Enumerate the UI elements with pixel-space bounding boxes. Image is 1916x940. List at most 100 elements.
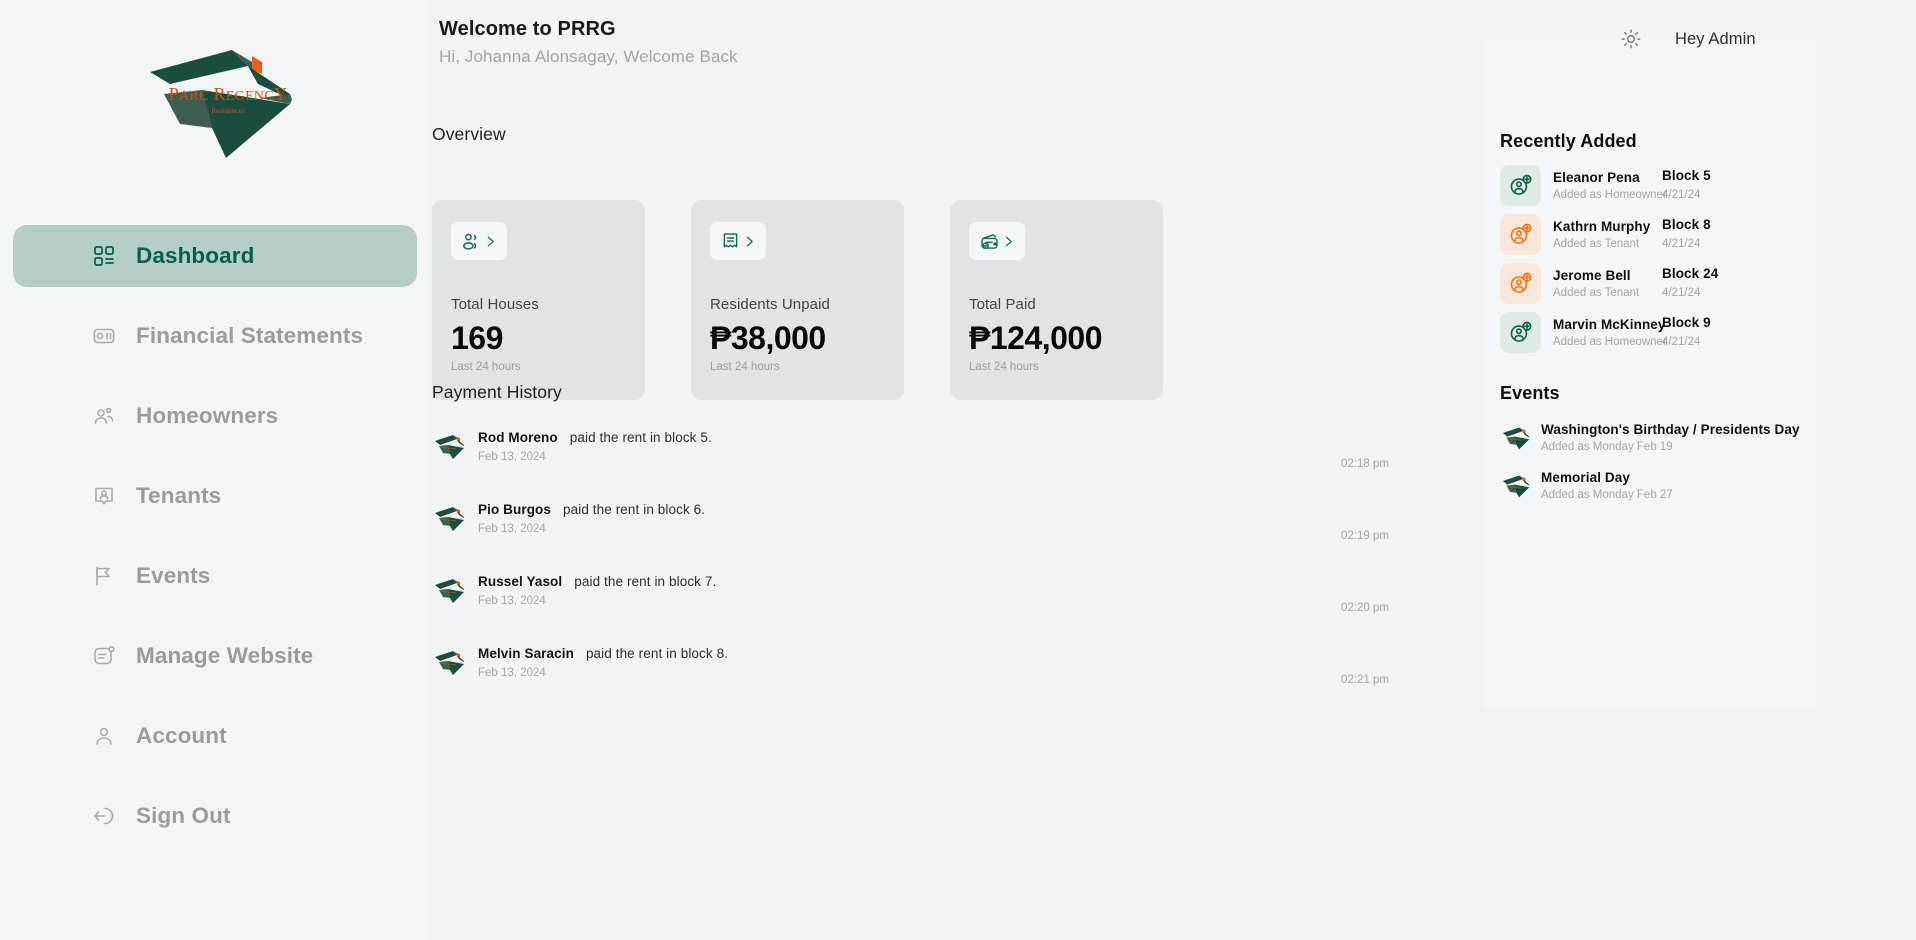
chevron-right-icon: [746, 236, 753, 246]
sidebar-nav: Dashboard Financial Statements Homeowner…: [13, 225, 417, 865]
card-label: Total Houses: [451, 296, 539, 313]
user-add-icon: [1510, 321, 1532, 342]
payment-row[interactable]: Rod Moreno paid the rent in block 5. Feb…: [430, 420, 1483, 472]
admin-greeting[interactable]: Hey Admin: [1675, 30, 1756, 49]
recently-added-date: 4/21/24: [1662, 287, 1701, 299]
dashboard-page: PARC REGENCY Residences Dashboard Financ…: [0, 0, 1916, 940]
card-label: Residents Unpaid: [710, 296, 831, 313]
page-title: Welcome to PRRG: [439, 18, 616, 40]
recently-added-list: Eleanor Pena Added as Homeowner Block 5 …: [1500, 165, 1810, 361]
welcome-block: Welcome to PRRG Hi, Johanna Alonsagay, W…: [439, 18, 738, 67]
overview-cards: Total Houses 169 Last 24 hours Residents…: [432, 200, 1163, 400]
sidebar-item-financial-statements[interactable]: Financial Statements: [13, 305, 417, 367]
avatar: [1500, 165, 1541, 206]
svg-text:Residences: Residences: [211, 106, 245, 115]
main-content: Welcome to PRRG Hi, Johanna Alonsagay, W…: [430, 0, 1483, 940]
payment-row[interactable]: Russel Yasol paid the rent in block 7. F…: [430, 564, 1483, 616]
sidebar-item-manage-website[interactable]: Manage Website: [13, 625, 417, 687]
stat-card-residents-unpaid[interactable]: Residents Unpaid ₱38,000 Last 24 hours: [691, 200, 904, 400]
payment-user-name: Melvin Saracin: [478, 645, 574, 661]
card-icon-button[interactable]: [451, 222, 507, 260]
flag-icon: [91, 563, 117, 589]
card-value: ₱38,000: [710, 320, 826, 356]
sidebar-item-label: Events: [136, 563, 211, 588]
recently-added-row[interactable]: Jerome Bell Added as Tenant Block 24 4/2…: [1500, 263, 1810, 304]
payment-date: Feb 13, 2024: [478, 522, 546, 535]
sidebar-item-events[interactable]: Events: [13, 545, 417, 607]
payment-user-name: Russel Yasol: [478, 573, 563, 589]
user-add-icon: [1510, 174, 1532, 195]
sidebar-item-dashboard[interactable]: Dashboard: [13, 225, 417, 287]
avatar: [1500, 263, 1541, 304]
recently-added-row[interactable]: Kathrn Murphy Added as Tenant Block 8 4/…: [1500, 214, 1810, 255]
recently-added-block: Block 24: [1662, 266, 1719, 281]
people-group-icon: [91, 403, 117, 429]
card-value: ₱124,000: [969, 320, 1103, 356]
recently-added-row[interactable]: Eleanor Pena Added as Homeowner Block 5 …: [1500, 165, 1810, 206]
payment-date: Feb 13, 2024: [478, 450, 546, 463]
card-footnote: Last 24 hours: [710, 361, 780, 373]
avatar: [1500, 312, 1541, 353]
sidebar-item-label: Manage Website: [136, 643, 314, 668]
recently-added-name: Eleanor Pena: [1553, 170, 1640, 185]
sidebar-item-label: Tenants: [136, 483, 222, 508]
recently-added-role: Added as Tenant: [1553, 238, 1640, 250]
stat-card-total-paid[interactable]: Total Paid ₱124,000 Last 24 hours: [950, 200, 1163, 400]
grid-dashboard-icon: [91, 243, 117, 269]
logout-arrow-icon: [91, 803, 117, 829]
recently-added-row[interactable]: Marvin McKinney Added as Homeowner Block…: [1500, 312, 1810, 353]
card-label: Total Paid: [969, 296, 1036, 313]
event-name: Memorial Day: [1541, 469, 1630, 485]
topbar: Hey Admin: [1620, 28, 1756, 50]
invoice-icon: [723, 232, 738, 247]
payment-row[interactable]: Melvin Saracin paid the rent in block 8.…: [430, 636, 1483, 688]
overview-section-title: Overview: [432, 124, 506, 144]
sidebar-item-label: Account: [136, 723, 227, 748]
payment-user-name: Pio Burgos: [478, 501, 552, 517]
recently-added-date: 4/21/24: [1662, 189, 1701, 201]
payment-action-text: paid the rent in block 7.: [574, 573, 717, 589]
recently-added-role: Added as Homeowner: [1553, 189, 1667, 201]
recently-added-name: Jerome Bell: [1553, 268, 1631, 283]
event-sub: Added as Monday Feb 19: [1541, 440, 1673, 453]
stat-card-total-houses[interactable]: Total Houses 169 Last 24 hours: [432, 200, 645, 400]
sidebar-item-sign-out[interactable]: Sign Out: [13, 785, 417, 847]
payment-time: 02:21 pm: [1341, 674, 1389, 686]
sidebar-item-homeowners[interactable]: Homeowners: [13, 385, 417, 447]
parc-regency-mark-icon: [1500, 470, 1531, 501]
payment-history-list: Rod Moreno paid the rent in block 5. Feb…: [430, 420, 1483, 708]
payment-row[interactable]: Pio Burgos paid the rent in block 6. Feb…: [430, 492, 1483, 544]
chevron-right-icon: [487, 236, 494, 246]
sidebar-item-label: Homeowners: [136, 403, 279, 428]
payment-history-section-title: Payment History: [432, 382, 562, 402]
recently-added-block: Block 5: [1662, 168, 1711, 183]
payment-time: 02:20 pm: [1341, 602, 1389, 614]
payment-time: 02:18 pm: [1341, 458, 1389, 470]
parc-regency-logo: PARC REGENCY Residences: [140, 32, 315, 172]
parc-regency-mark-icon: [432, 573, 466, 607]
payment-date: Feb 13, 2024: [478, 666, 546, 679]
sidebar-item-account[interactable]: Account: [13, 705, 417, 767]
sidebar-item-label: Sign Out: [136, 803, 231, 828]
person-icon: [91, 723, 117, 749]
payment-date: Feb 13, 2024: [478, 594, 546, 607]
sun-icon[interactable]: [1620, 28, 1642, 50]
card-icon-button[interactable]: [969, 222, 1025, 260]
recently-added-date: 4/21/24: [1662, 238, 1701, 250]
sidebar-item-label: Dashboard: [136, 243, 255, 268]
payment-action-text: paid the rent in block 5.: [569, 429, 712, 445]
recently-added-block: Block 9: [1662, 315, 1711, 330]
recently-added-name: Kathrn Murphy: [1553, 219, 1651, 234]
event-row[interactable]: Washington's Birthday / Presidents Day A…: [1500, 420, 1810, 454]
card-icon-button[interactable]: [710, 222, 766, 260]
payment-action-text: paid the rent in block 6.: [563, 501, 706, 517]
payment-time: 02:19 pm: [1341, 530, 1389, 542]
event-row[interactable]: Memorial Day Added as Monday Feb 27: [1500, 468, 1810, 502]
browser-note-icon: [91, 643, 117, 669]
right-rail: Recently Added Eleanor Pena Added as Hom…: [1483, 38, 1817, 708]
welcome-subtitle: Hi, Johanna Alonsagay, Welcome Back: [439, 47, 738, 66]
parc-regency-mark-icon: [1500, 422, 1531, 453]
user-badge-icon: [91, 483, 117, 509]
sidebar-item-tenants[interactable]: Tenants: [13, 465, 417, 527]
card-footnote: Last 24 hours: [451, 361, 521, 373]
